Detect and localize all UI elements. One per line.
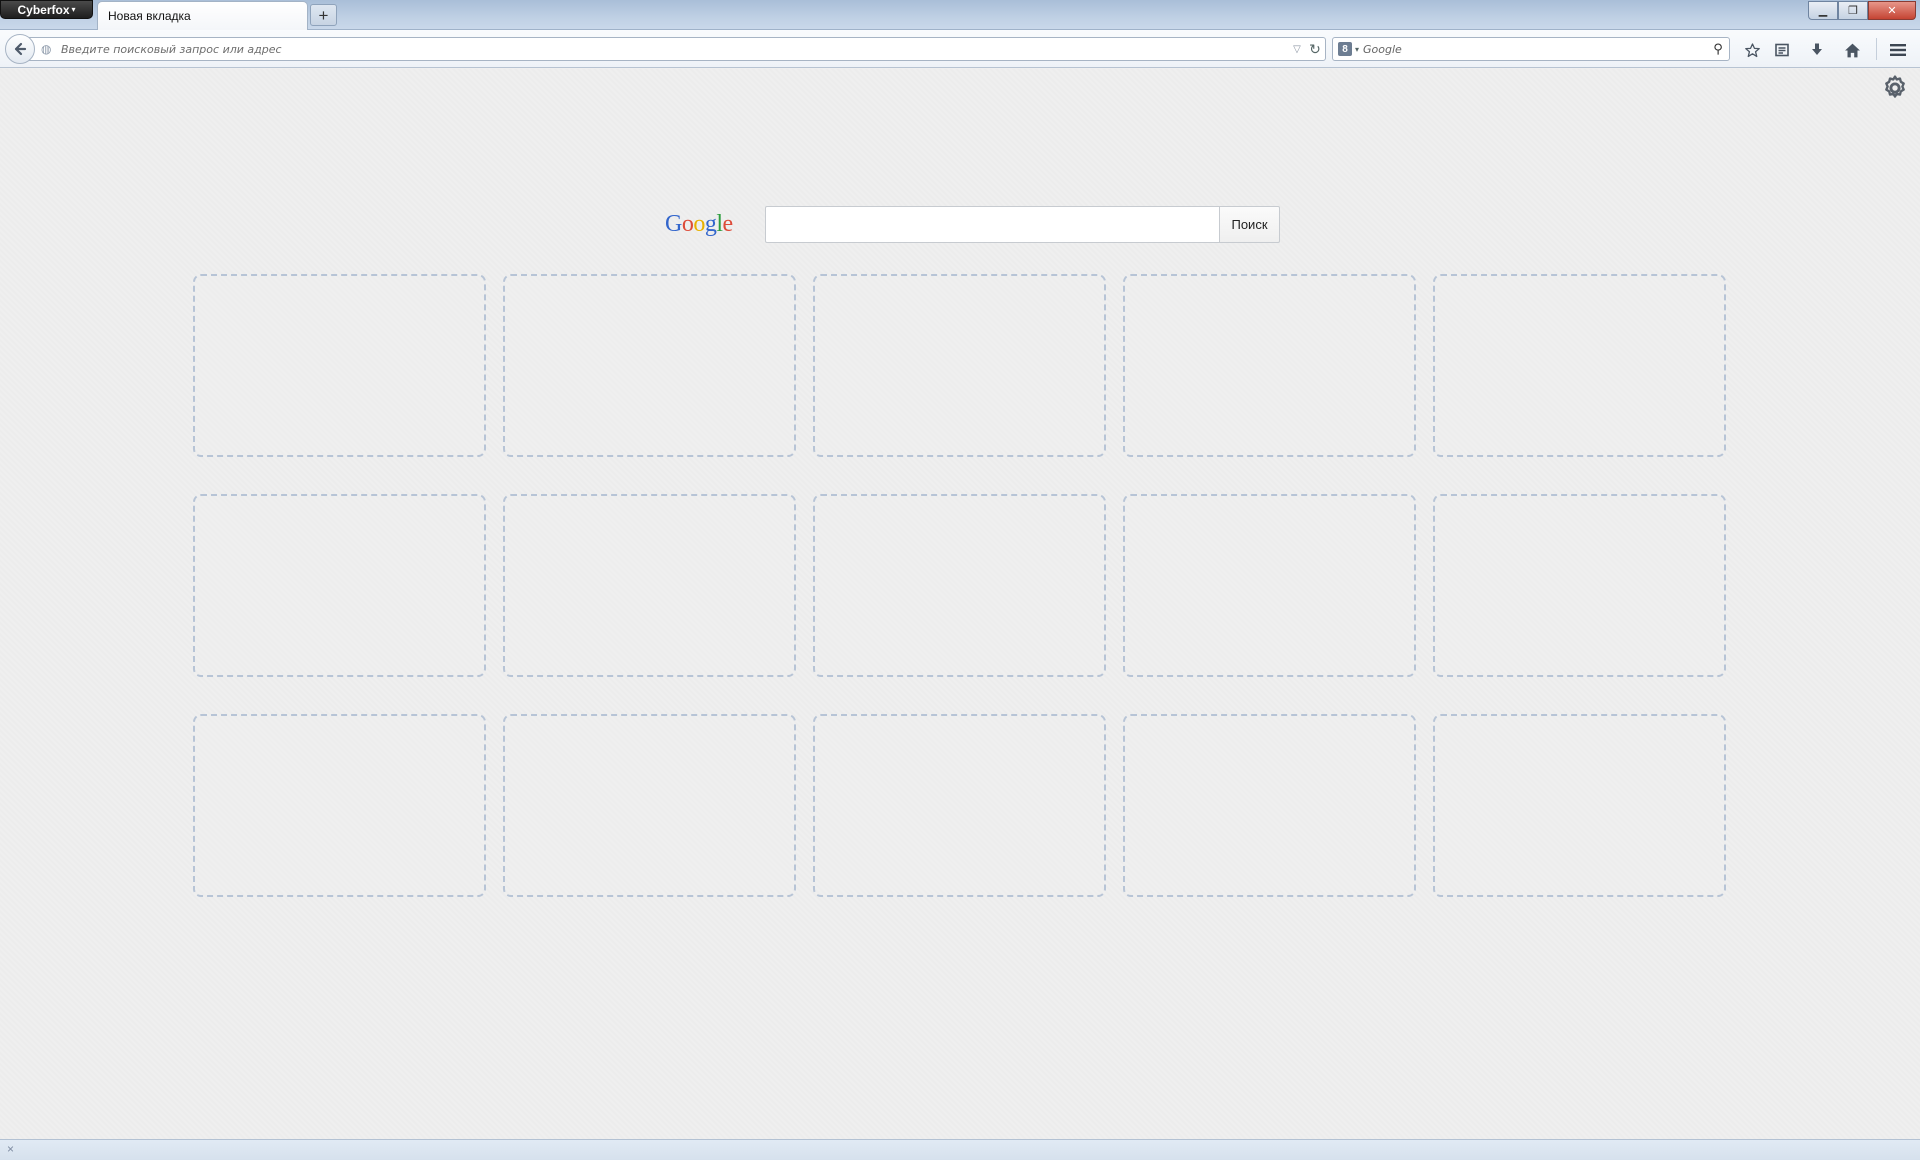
chevron-down-icon[interactable]: ▾ [1355,45,1359,54]
site-tile[interactable] [1123,494,1416,677]
google-logo-letter: G [665,211,682,237]
reading-list-icon [1775,43,1789,57]
gear-icon [1885,75,1905,98]
download-icon [1812,43,1822,55]
app-menu-button[interactable]: Cyberfox ▾ [0,0,93,19]
star-icon [1744,42,1760,57]
globe-icon: ◍ [41,42,52,56]
url-bar[interactable]: ◍ ▽ ↻ [28,37,1326,61]
site-tile[interactable] [193,274,486,457]
site-tiles-grid [193,274,1726,897]
close-addon-bar-icon[interactable]: × [7,1142,14,1156]
reload-icon[interactable]: ↻ [1305,41,1325,58]
restore-button[interactable]: ❐ [1838,1,1868,20]
tab-label: Новая вкладка [108,9,191,23]
search-bar[interactable]: 8 ▾ ⚲ [1332,37,1730,61]
site-tile[interactable] [813,714,1106,897]
reading-list-button[interactable] [1770,38,1794,62]
new-tab-button[interactable]: + [310,4,337,26]
site-tile[interactable] [1433,274,1726,457]
site-tile[interactable] [193,714,486,897]
search-engine-icon[interactable]: 8 [1338,42,1352,56]
title-bar: Cyberfox ▾ Новая вкладка + ▁ ❐ ✕ [0,0,1920,30]
site-tile[interactable] [503,714,796,897]
site-tile[interactable] [1433,494,1726,677]
home-button[interactable] [1840,38,1864,62]
chevron-down-icon: ▾ [71,5,76,14]
web-search-input[interactable] [1363,42,1707,56]
google-search-row: G o o g l e Поиск [665,206,1280,243]
menu-button[interactable] [1886,38,1910,62]
site-tile[interactable] [813,274,1106,457]
window-controls: ▁ ❐ ✕ [1808,1,1916,20]
toolbar-separator [1876,38,1877,60]
google-logo-letter: o [693,211,705,237]
google-logo-letter: e [722,211,734,237]
app-menu-label: Cyberfox [17,2,70,17]
arrow-left-icon [14,42,27,56]
site-tile[interactable] [503,274,796,457]
minimize-button[interactable]: ▁ [1808,1,1838,20]
plus-icon: + [318,5,329,25]
site-tile[interactable] [813,494,1106,677]
search-icon[interactable]: ⚲ [1707,41,1729,57]
addon-bar: × [0,1139,1920,1160]
site-tile[interactable] [503,494,796,677]
history-dropdown-icon[interactable]: ▽ [1289,44,1305,55]
site-tile[interactable] [1123,274,1416,457]
restore-icon: ❐ [1848,5,1858,17]
bookmark-star-button[interactable] [1740,38,1764,62]
google-logo-letter: g [704,211,717,237]
site-tile[interactable] [1123,714,1416,897]
customize-button[interactable] [1880,73,1910,103]
home-icon [1844,43,1860,57]
menu-icon [1890,44,1906,56]
google-logo-letter: o [681,211,694,237]
close-button[interactable]: ✕ [1868,1,1916,20]
back-button[interactable] [5,34,35,64]
site-tile[interactable] [193,494,486,677]
tab-new-tab[interactable]: Новая вкладка [97,1,308,30]
minimize-icon: ▁ [1818,5,1828,17]
google-search-input[interactable] [765,206,1219,243]
search-button[interactable]: Поиск [1219,206,1280,243]
site-tile[interactable] [1433,714,1726,897]
navigation-toolbar: ◍ ▽ ↻ 8 ▾ ⚲ [0,30,1920,68]
downloads-button[interactable] [1805,38,1829,62]
new-tab-page: G o o g l e Поиск [0,69,1920,1139]
close-icon: ✕ [1887,5,1897,17]
google-logo: G o o g l e [665,211,745,238]
url-input[interactable] [55,42,1289,56]
